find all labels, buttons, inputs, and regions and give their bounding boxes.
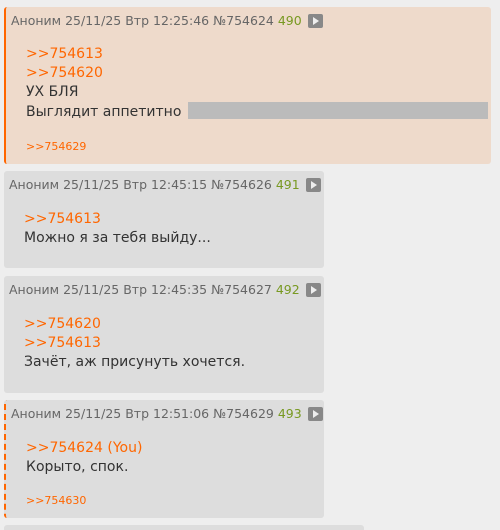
- post-date: 25/11/25 Втр 12:45:15: [63, 177, 208, 192]
- reply-link[interactable]: >>754613: [26, 45, 488, 64]
- post-491: Аноним 25/11/25 Втр 12:45:15 №754626 491…: [4, 171, 324, 268]
- reply-link[interactable]: >>754613: [24, 210, 211, 229]
- post-replies-link[interactable]: >>754629: [26, 140, 86, 153]
- message-line-with-spoiler: Выглядит аппетитно: [26, 102, 488, 122]
- post-id[interactable]: №754624: [213, 13, 274, 28]
- post-date: 25/11/25 Втр 12:51:06: [65, 406, 210, 421]
- reply-link[interactable]: >>754624 (You): [26, 439, 142, 458]
- post-date: 25/11/25 Втр 12:25:46: [65, 13, 210, 28]
- post-id[interactable]: №754627: [211, 282, 272, 297]
- post-message: >>754613 Можно я за тебя выйду...: [24, 210, 211, 248]
- post-author: Аноним: [9, 282, 60, 297]
- post-header: Аноним 25/11/25 Втр 12:45:35 №754627 492: [9, 282, 325, 297]
- message-line: УХ БЛЯ: [26, 84, 79, 100]
- post-header: Аноним 25/11/25 Втр 12:25:46 №754624 490: [11, 13, 327, 28]
- expand-arrow-icon[interactable]: [305, 177, 321, 192]
- post-492: Аноним 25/11/25 Втр 12:45:35 №754627 492…: [4, 276, 324, 393]
- post-next-partial: [4, 525, 364, 530]
- reply-link[interactable]: >>754620: [24, 315, 245, 334]
- post-author: Аноним: [11, 13, 62, 28]
- reply-link[interactable]: >>754620: [26, 64, 488, 83]
- post-493: Аноним 25/11/25 Втр 12:51:06 №754629 493…: [4, 400, 324, 518]
- spoiler[interactable]: [187, 102, 488, 119]
- expand-arrow-icon[interactable]: [307, 13, 323, 28]
- message-line: Можно я за тебя выйду...: [24, 230, 211, 246]
- post-header: Аноним 25/11/25 Втр 12:51:06 №754629 493: [11, 406, 327, 421]
- message-line: Зачёт, аж присунуть хочется.: [24, 354, 246, 370]
- post-author: Аноним: [11, 406, 62, 421]
- post-number: 490: [277, 13, 302, 28]
- post-header: Аноним 25/11/25 Втр 12:45:15 №754626 491: [9, 177, 325, 192]
- post-id[interactable]: №754626: [211, 177, 272, 192]
- post-number: 491: [275, 177, 300, 192]
- post-number: 493: [277, 406, 302, 421]
- post-message: >>754620 >>754613 Зачёт, аж присунуть хо…: [24, 315, 245, 372]
- message-line: Корыто, спок.: [26, 459, 129, 475]
- thread: Аноним 25/11/25 Втр 12:25:46 №754624 490…: [0, 0, 500, 530]
- post-490: Аноним 25/11/25 Втр 12:25:46 №754624 490…: [4, 7, 491, 164]
- expand-arrow-icon[interactable]: [307, 406, 323, 421]
- expand-arrow-icon[interactable]: [305, 282, 321, 297]
- post-author: Аноним: [9, 177, 60, 192]
- post-id[interactable]: №754629: [213, 406, 274, 421]
- post-message: >>754624 (You) Корыто, спок.: [26, 439, 142, 477]
- reply-link[interactable]: >>754613: [24, 334, 245, 353]
- post-date: 25/11/25 Втр 12:45:35: [63, 282, 208, 297]
- post-replies-link[interactable]: >>754630: [26, 494, 86, 507]
- post-message: >>754613 >>754620 УХ БЛЯ Выглядит аппети…: [26, 45, 488, 122]
- post-number: 492: [275, 282, 300, 297]
